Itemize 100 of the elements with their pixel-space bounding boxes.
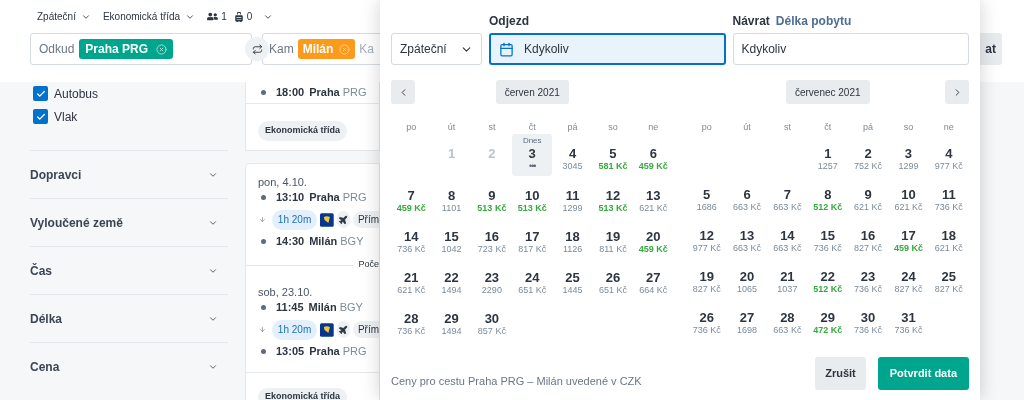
calendar-day[interactable]: 13 663 Kč [726,216,768,257]
weekday-label: pá [566,121,579,133]
swap-button[interactable] [245,37,269,61]
calendar-day[interactable]: 9 621 Kč [847,175,889,216]
calendar-day[interactable]: 5 581 Kč [592,134,634,175]
calendar-day[interactable]: 9 513 Kč [471,176,513,217]
remove-icon[interactable] [339,43,351,55]
cabin-dropdown[interactable]: Ekonomická třída [102,9,196,24]
calendar-day[interactable]: 27 1698 [726,298,768,339]
calendar-day[interactable]: 10 621 Kč [888,175,929,216]
return-label: Návrat [732,13,770,28]
calendar-day[interactable]: 27 664 Kč [633,258,674,299]
airport-code: PRG [342,85,367,101]
calendar-day[interactable]: 24 651 Kč [512,258,553,299]
calendar-day[interactable]: 13 621 Kč [633,176,674,217]
result-card[interactable]: pon, 4.10. 13:10 Praha PRG 1h 20m Přím 14:30 Milán BGY Poče sob, 23.10. 11:45 Milán BGY 1h 20m Přím 13:05 Praha PRG Ekonomická třída [245,163,380,400]
weekday-label: čt [823,121,833,133]
calendar-day[interactable]: 23 2290 [471,258,513,299]
weekday-label: so [607,121,619,133]
calendar-day[interactable]: 10 513 Kč [512,176,553,217]
calendar-day[interactable]: 22 1494 [431,258,472,299]
calendar-day[interactable]: 17 817 Kč [512,217,553,258]
calendar-day[interactable]: 16 723 Kč [471,217,513,258]
calendar-day[interactable]: 4 3045 [552,134,593,175]
calendar-day[interactable]: 15 1042 [431,217,472,258]
destination-input[interactable]: Ka [359,40,376,58]
date-field[interactable]: Kdykoliv [489,33,726,65]
previous-month-button[interactable] [391,80,415,104]
trip-type-dropdown[interactable]: Zpáteční [37,9,91,24]
calendar-day[interactable]: 14 663 Kč [767,216,808,257]
calendar-day[interactable]: 7 663 Kč [767,175,808,216]
filter-section[interactable]: Čas [30,246,228,294]
origin-field[interactable]: Odkud Praha PRG [30,33,252,65]
today-day[interactable]: Dnes 3 ••• [512,134,553,176]
checkbox[interactable] [33,109,48,124]
filter-section[interactable]: Dopravci [30,150,228,198]
check-icon [35,111,46,122]
next-month-button[interactable] [945,80,969,104]
calendar-day[interactable]: 18 1126 [552,217,593,258]
calendar-day[interactable]: 6 459 Kč [633,134,674,175]
calendar-day[interactable]: 11 736 Kč [928,175,969,216]
calendar-day[interactable]: 29 1494 [431,299,472,340]
calendar-day[interactable]: 8 512 Kč [807,175,848,216]
calendar-day[interactable]: 18 621 Kč [928,216,969,257]
calendar-day[interactable]: 11 1299 [552,176,593,217]
calendar-day[interactable]: 1 1257 [807,134,848,175]
calendar-day[interactable]: 8 1101 [431,176,472,217]
calendar-day[interactable]: 14 736 Kč [391,217,432,258]
calendar-day[interactable]: 25 827 Kč [928,257,969,298]
weekday-label: po [405,121,418,133]
calendar-day[interactable]: 4 977 Kč [928,134,969,175]
date-field[interactable]: Kdykoliv [732,33,969,65]
month-title: červenec 2021 [785,80,870,104]
calendar-day[interactable]: 25 1445 [552,258,593,299]
cancel-button[interactable]: Zrušit [815,357,866,390]
calendar-day[interactable]: 6 663 Kč [726,175,768,216]
calendar-day[interactable]: 29 472 Kč [807,298,848,339]
calendar-day[interactable]: 2 752 Kč [847,134,889,175]
filter-section[interactable]: Vyloučené země [30,198,228,246]
calendar-day[interactable]: 23 736 Kč [847,257,889,298]
checkbox[interactable] [33,86,48,101]
weekday-label: ne [647,121,660,133]
calendar-day[interactable]: 19 827 Kč [686,257,727,298]
calendar-day[interactable]: 31 736 Kč [888,298,929,339]
calendar-day[interactable]: 22 512 Kč [807,257,848,298]
calendar-day[interactable]: 20 1065 [726,257,768,298]
calendar-day[interactable]: 30 857 Kč [471,299,513,340]
calendar-day[interactable]: 21 1037 [767,257,808,298]
cabin-badge: Ekonomická třída [258,387,348,400]
calendar-day[interactable]: 7 459 Kč [391,176,432,217]
remove-icon[interactable] [156,43,168,55]
airline-logo [320,320,334,339]
passengers-dropdown[interactable]: 1 0 [207,9,274,24]
calendar-day[interactable]: 26 736 Kč [686,298,727,339]
weekday-label: út [446,121,457,133]
result-card[interactable]: 18:00 Praha PRG Ekonomická třída [245,82,380,151]
calendar-day[interactable]: 5 1686 [686,175,727,216]
filter-section[interactable]: Délka [30,294,228,342]
calendar-day[interactable]: 21 621 Kč [391,258,432,299]
calendar-day[interactable]: 3 1299 [888,134,929,175]
calendar-day[interactable]: 19 811 Kč [592,217,634,258]
calendar-day[interactable]: 12 513 Kč [592,176,634,217]
calendar-icon [499,41,514,57]
filter-section[interactable]: Cena [30,342,228,390]
calendar-day[interactable]: 24 827 Kč [888,257,929,298]
calendar-day[interactable]: 28 663 Kč [767,298,808,339]
calendar-day[interactable]: 20 459 Kč [633,217,674,258]
calendar-day[interactable]: 26 651 Kč [592,258,634,299]
calendar-day[interactable]: 15 736 Kč [807,216,848,257]
check-icon [35,88,46,99]
calendar-day[interactable]: 17 459 Kč [888,216,929,257]
calendar-day[interactable]: 30 736 Kč [847,298,889,339]
calendar-day[interactable]: 28 736 Kč [391,299,432,340]
checkbox-label: Autobus [54,85,99,103]
direct-badge: Přím [352,211,379,228]
calendar-day[interactable]: 12 977 Kč [686,216,727,257]
trip-type-select[interactable]: Zpáteční [391,33,482,65]
stay-length-link[interactable]: Délka pobytu [775,12,852,28]
calendar-day[interactable]: 16 827 Kč [847,216,889,257]
stop-city: Praha [309,190,340,206]
